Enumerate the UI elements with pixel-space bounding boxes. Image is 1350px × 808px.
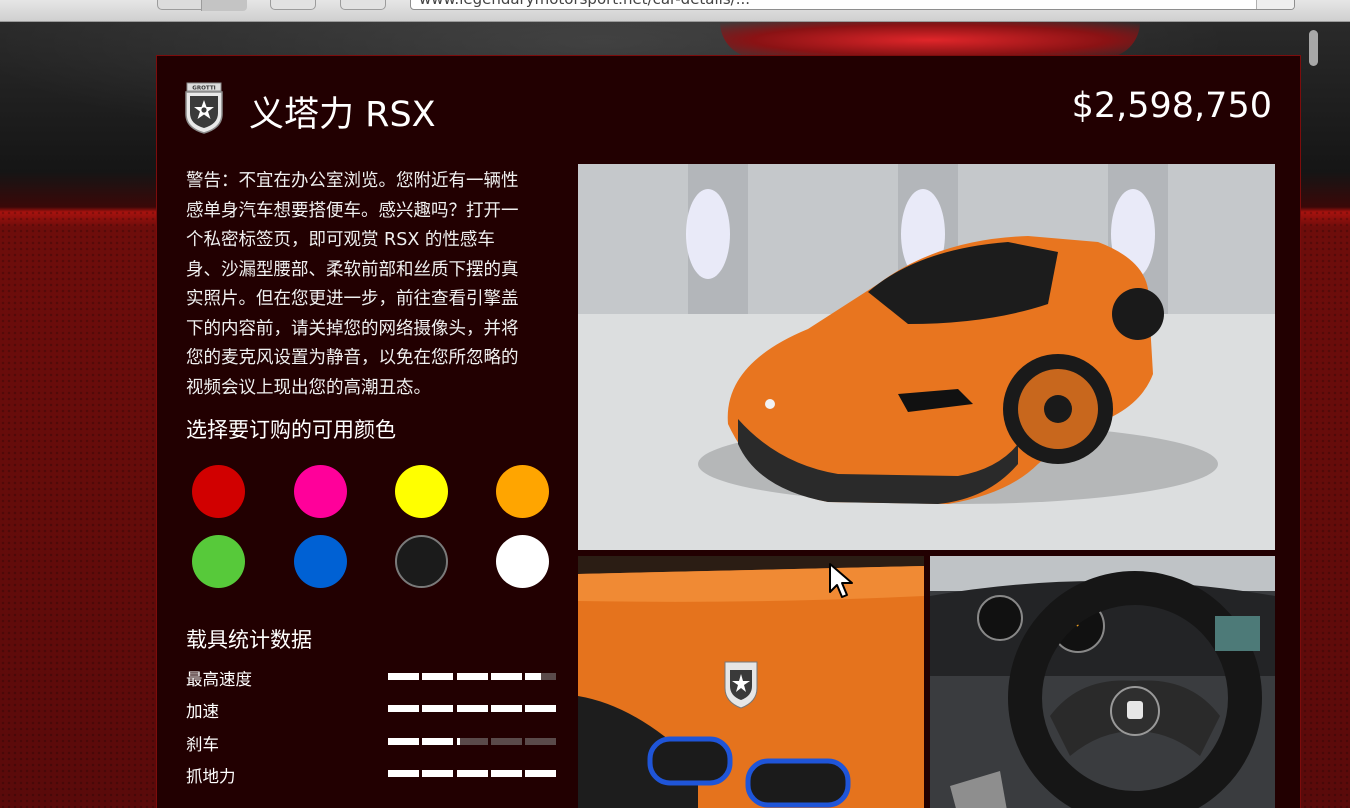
stat-bar-fill xyxy=(525,673,541,680)
car-rear-illustration xyxy=(578,556,924,808)
stat-bar-fill xyxy=(490,705,522,712)
color-swatch-magenta[interactable] xyxy=(294,465,347,518)
stat-bar-segment xyxy=(388,673,419,680)
stat-bar-fill xyxy=(388,738,419,745)
grotti-shield-logo: GROTTI xyxy=(185,82,223,134)
stat-bar-segment xyxy=(388,770,419,777)
stat-bar-fill xyxy=(388,770,419,777)
stat-bar-segment xyxy=(456,738,488,745)
url-bar[interactable]: www.legendarymotorsport.net/car-details/… xyxy=(410,0,1295,10)
stat-bar-fill xyxy=(525,770,556,777)
stat-bar-fill xyxy=(490,673,522,680)
car-price: $2,598,750 xyxy=(1071,86,1272,126)
forward-button[interactable] xyxy=(202,0,247,11)
stat-bar-segment xyxy=(422,770,454,777)
stat-bar-fill xyxy=(456,738,460,745)
stat-bar-fill xyxy=(456,673,488,680)
stat-bar-fill xyxy=(422,705,454,712)
hero-car-glow xyxy=(720,22,1140,58)
share-button[interactable] xyxy=(340,0,386,10)
color-swatch-black[interactable] xyxy=(395,535,448,588)
stat-bar-fill xyxy=(456,770,488,777)
color-swatch-white[interactable] xyxy=(496,535,549,588)
stat-bar-segment xyxy=(456,705,488,712)
stat-bar-fill xyxy=(525,705,556,712)
stat-bar-fill xyxy=(490,770,522,777)
stat-label-acceleration: 加速 xyxy=(186,702,219,721)
color-swatch-orange[interactable] xyxy=(496,465,549,518)
stat-bar-fill xyxy=(388,705,419,712)
mouse-cursor-icon xyxy=(829,563,853,598)
stat-bar-segment xyxy=(525,770,556,777)
car-front-illustration xyxy=(578,164,1275,550)
car-photo-interior[interactable] xyxy=(930,556,1275,808)
stat-bar-segment xyxy=(490,673,522,680)
stat-label-top-speed: 最高速度 xyxy=(186,670,252,689)
stat-bar-top-speed xyxy=(388,673,556,680)
stat-bar-fill xyxy=(422,673,454,680)
stat-bar-segment xyxy=(525,738,556,745)
reading-list-button[interactable] xyxy=(270,0,316,10)
car-description: 警告：不宜在办公室浏览。您附近有一辆性 感单身汽车想要搭便车。感兴趣吗？打开一 … xyxy=(186,171,519,398)
stat-bar-segment xyxy=(422,673,454,680)
stat-bar-segment xyxy=(490,770,522,777)
car-interior-illustration xyxy=(930,556,1275,808)
stat-bar-segment xyxy=(388,705,419,712)
stats-section-title: 载具统计数据 xyxy=(186,628,312,652)
stat-bar-acceleration xyxy=(388,705,556,712)
stat-bar-braking xyxy=(388,738,556,745)
stat-bar-segment xyxy=(388,738,419,745)
stat-bar-fill xyxy=(388,673,419,680)
browser-toolbar: www.legendarymotorsport.net/car-details/… xyxy=(0,0,1350,22)
stat-label-traction: 抓地力 xyxy=(186,767,236,786)
stat-bar-segment xyxy=(490,705,522,712)
stat-bar-fill xyxy=(422,770,454,777)
color-section-title: 选择要订购的可用颜色 xyxy=(186,418,396,442)
car-header: GROTTI 义塔力 RSX $2,598,750 xyxy=(157,56,1300,156)
back-forward-buttons[interactable] xyxy=(157,0,247,11)
color-swatch-blue[interactable] xyxy=(294,535,347,588)
stat-bar-segment xyxy=(422,738,454,745)
stat-bar-traction xyxy=(388,770,556,777)
color-swatch-red[interactable] xyxy=(192,465,245,518)
stat-bar-fill xyxy=(456,705,488,712)
url-text: www.legendarymotorsport.net/car-details/… xyxy=(419,0,750,8)
stat-bar-segment xyxy=(490,738,522,745)
car-photo-main[interactable] xyxy=(578,164,1275,550)
color-swatch-green[interactable] xyxy=(192,535,245,588)
color-swatch-yellow[interactable] xyxy=(395,465,448,518)
stat-bar-segment xyxy=(525,705,556,712)
stat-bar-segment xyxy=(525,673,556,680)
svg-text:GROTTI: GROTTI xyxy=(192,86,216,92)
stat-bar-segment xyxy=(456,770,488,777)
car-photo-rear-detail[interactable] xyxy=(578,556,924,808)
stat-label-braking: 刹车 xyxy=(186,735,219,754)
stat-bar-segment xyxy=(422,705,454,712)
car-title: 义塔力 RSX xyxy=(249,95,436,135)
car-details-panel: GROTTI 义塔力 RSX $2,598,750 警告：不宜在办公室浏览。您附… xyxy=(156,55,1301,808)
stat-bar-fill xyxy=(422,738,454,745)
stat-bar-segment xyxy=(456,673,488,680)
reload-button[interactable] xyxy=(1256,0,1294,9)
page-scrollbar[interactable] xyxy=(1309,30,1318,66)
